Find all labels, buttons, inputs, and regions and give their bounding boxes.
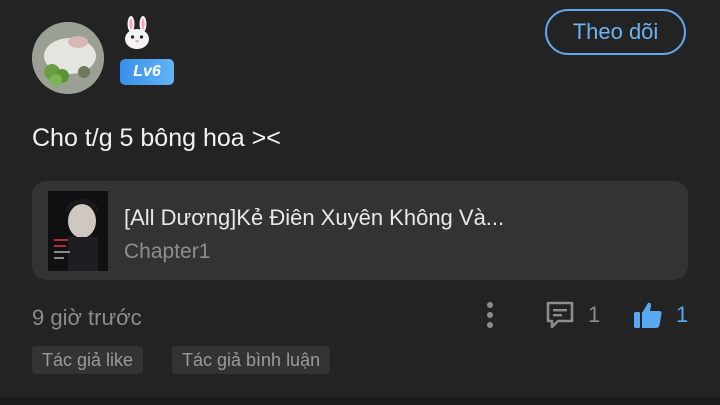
story-chapter: Chapter1	[124, 240, 211, 263]
rabbit-face-icon	[122, 16, 152, 50]
author-like-tag: Tác giả like	[32, 346, 144, 374]
thumbs-up-icon	[634, 302, 662, 328]
comment-button[interactable]: 1	[544, 297, 600, 333]
avatar-food-image	[32, 22, 104, 94]
comment-icon	[546, 301, 574, 329]
book-cover-thumbnail	[48, 191, 108, 271]
like-count: 1	[676, 302, 689, 327]
like-button[interactable]: 1	[632, 297, 688, 333]
timestamp: 9 giờ trước	[32, 305, 142, 330]
more-options-button[interactable]	[478, 298, 502, 332]
comment-count: 1	[588, 302, 601, 327]
story-title: [All Dương]Kẻ Điên Xuyên Không Và...	[124, 205, 505, 230]
comment-text: Cho t/g 5 bông hoa ><	[32, 124, 281, 152]
vertical-dots-icon	[487, 302, 493, 328]
avatar[interactable]	[32, 22, 104, 94]
follow-button[interactable]: Theo dõi	[545, 9, 686, 55]
story-card[interactable]: [All Dương]Kẻ Điên Xuyên Không Và... Cha…	[32, 181, 688, 280]
author-reply-tag: Tác giả bình luận	[172, 346, 331, 374]
level-badge: Lv6	[120, 59, 174, 85]
divider	[0, 397, 720, 405]
